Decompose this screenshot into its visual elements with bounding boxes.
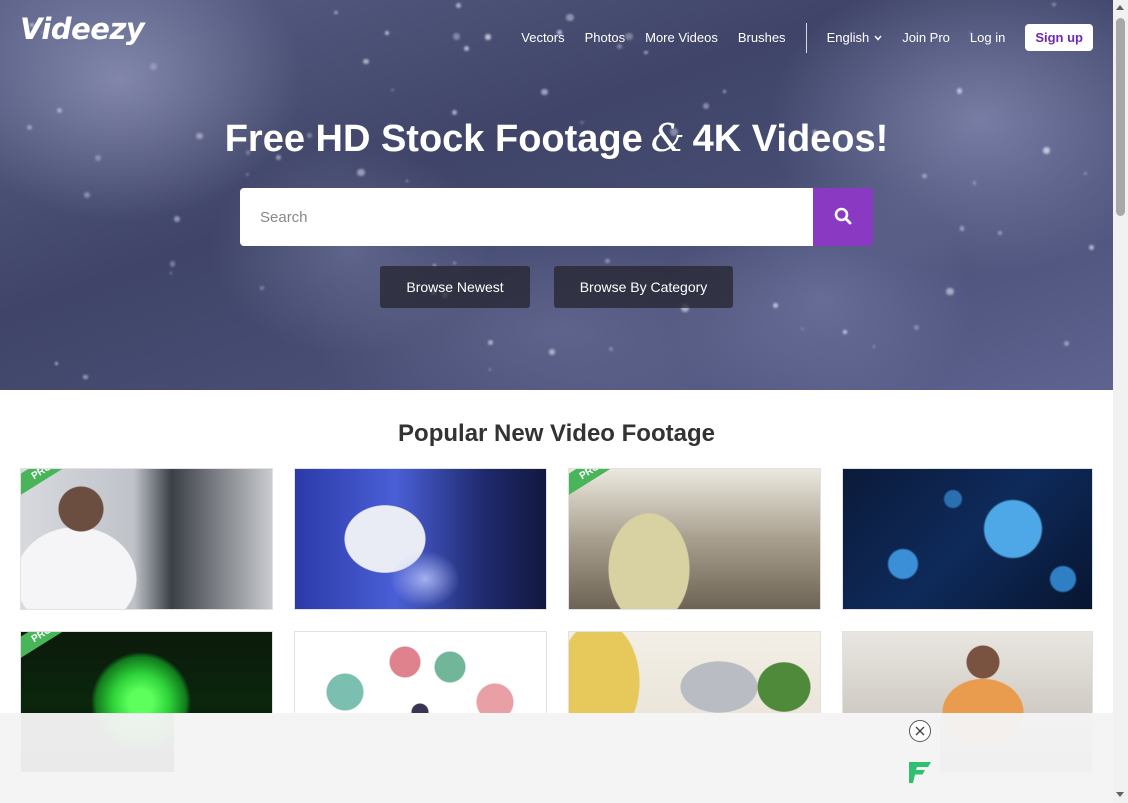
pro-badge: PRO xyxy=(21,469,85,497)
freestar-logo-icon[interactable] xyxy=(906,758,934,786)
hero-banner: Videezy Vectors Photos More Videos Brush… xyxy=(0,0,1113,390)
language-label: English xyxy=(826,30,870,45)
scroll-down-arrow[interactable] xyxy=(1116,792,1124,797)
snowflake xyxy=(453,262,456,265)
site-logo[interactable]: Videezy xyxy=(20,12,145,46)
snowflake xyxy=(959,226,965,231)
browse-newest-button[interactable]: Browse Newest xyxy=(380,266,530,308)
snowflake xyxy=(801,327,805,331)
close-icon xyxy=(915,724,925,739)
snowflake xyxy=(405,179,409,183)
language-select[interactable]: English xyxy=(827,30,883,45)
scroll-up-arrow[interactable] xyxy=(1116,5,1124,10)
snowflake xyxy=(1063,341,1069,346)
snowflake xyxy=(82,374,88,380)
sign-up-button[interactable]: Sign up xyxy=(1025,24,1093,51)
search-icon xyxy=(834,207,852,228)
snowflake xyxy=(605,258,610,264)
snowflake xyxy=(488,339,494,345)
snowflake xyxy=(946,287,954,296)
snowflake xyxy=(843,330,847,335)
snowflake xyxy=(773,303,779,309)
snowflake xyxy=(453,33,461,40)
snowflake xyxy=(1052,2,1056,7)
chevron-down-icon xyxy=(874,33,882,43)
page-scrollbar[interactable] xyxy=(1113,0,1128,803)
video-thumbnail[interactable]: PRO xyxy=(20,468,273,610)
snowflake xyxy=(608,346,614,352)
snowflake xyxy=(55,361,59,365)
snowflake xyxy=(150,63,158,71)
snowflake xyxy=(456,3,461,9)
snowflake xyxy=(922,173,927,179)
snowflake xyxy=(84,191,91,198)
snowflake xyxy=(956,88,963,95)
snowflake xyxy=(565,13,574,22)
snowflake xyxy=(173,215,180,222)
hero-title-amp: & xyxy=(650,116,685,160)
nav-brushes[interactable]: Brushes xyxy=(738,30,786,45)
nav-photos[interactable]: Photos xyxy=(585,30,625,45)
search-input[interactable] xyxy=(240,188,813,246)
nav-vectors[interactable]: Vectors xyxy=(521,30,564,45)
hero-title-main: Free HD Stock Footage xyxy=(224,118,643,160)
snowflake xyxy=(169,272,173,275)
snowflake xyxy=(385,30,390,35)
snowflake xyxy=(57,107,63,113)
pro-badge: PRO xyxy=(569,469,633,497)
snowflake xyxy=(972,181,976,185)
snowflake xyxy=(363,59,369,65)
snowflake xyxy=(485,34,491,40)
browse-category-button[interactable]: Browse By Category xyxy=(554,266,733,308)
snowflake xyxy=(488,367,492,371)
snowflake xyxy=(998,230,1003,235)
search-button[interactable] xyxy=(813,188,873,246)
section-title: Popular New Video Footage xyxy=(398,420,715,447)
pro-badge: PRO xyxy=(21,632,85,660)
snowflake xyxy=(1088,244,1095,250)
ad-slot[interactable] xyxy=(174,713,902,803)
snowflake xyxy=(541,88,548,95)
nav-more-videos[interactable]: More Videos xyxy=(645,30,718,45)
snowflake xyxy=(246,173,250,177)
snowflake xyxy=(548,348,555,355)
snowflake xyxy=(703,103,710,110)
search-bar xyxy=(240,188,873,246)
snowflake xyxy=(723,89,727,93)
snowflake xyxy=(357,168,366,177)
ad-close-button[interactable] xyxy=(909,720,931,742)
snowflake xyxy=(260,286,264,290)
snowflake xyxy=(391,88,394,92)
video-thumbnail[interactable]: PRO xyxy=(568,468,821,610)
top-nav: Vectors Photos More Videos Brushes Engli… xyxy=(501,22,1093,53)
nav-join-pro[interactable]: Join Pro xyxy=(902,30,950,45)
snowflake xyxy=(451,109,458,116)
ad-banner xyxy=(0,713,1113,803)
snowflake xyxy=(1084,171,1088,175)
snowflake xyxy=(872,345,876,348)
video-thumbnail[interactable] xyxy=(842,468,1093,610)
nav-log-in[interactable]: Log in xyxy=(970,30,1005,45)
hero-title: Free HD Stock Footage & 4K Videos! xyxy=(0,116,1113,161)
snowflake xyxy=(334,11,338,15)
snowflake xyxy=(913,324,920,330)
snowflake xyxy=(169,260,176,267)
nav-divider xyxy=(805,22,807,53)
snowflake xyxy=(463,46,469,52)
hero-title-end: 4K Videos! xyxy=(692,118,889,160)
scroll-thumb[interactable] xyxy=(1116,18,1125,216)
video-thumbnail[interactable] xyxy=(294,468,547,610)
snowflake xyxy=(643,50,648,55)
